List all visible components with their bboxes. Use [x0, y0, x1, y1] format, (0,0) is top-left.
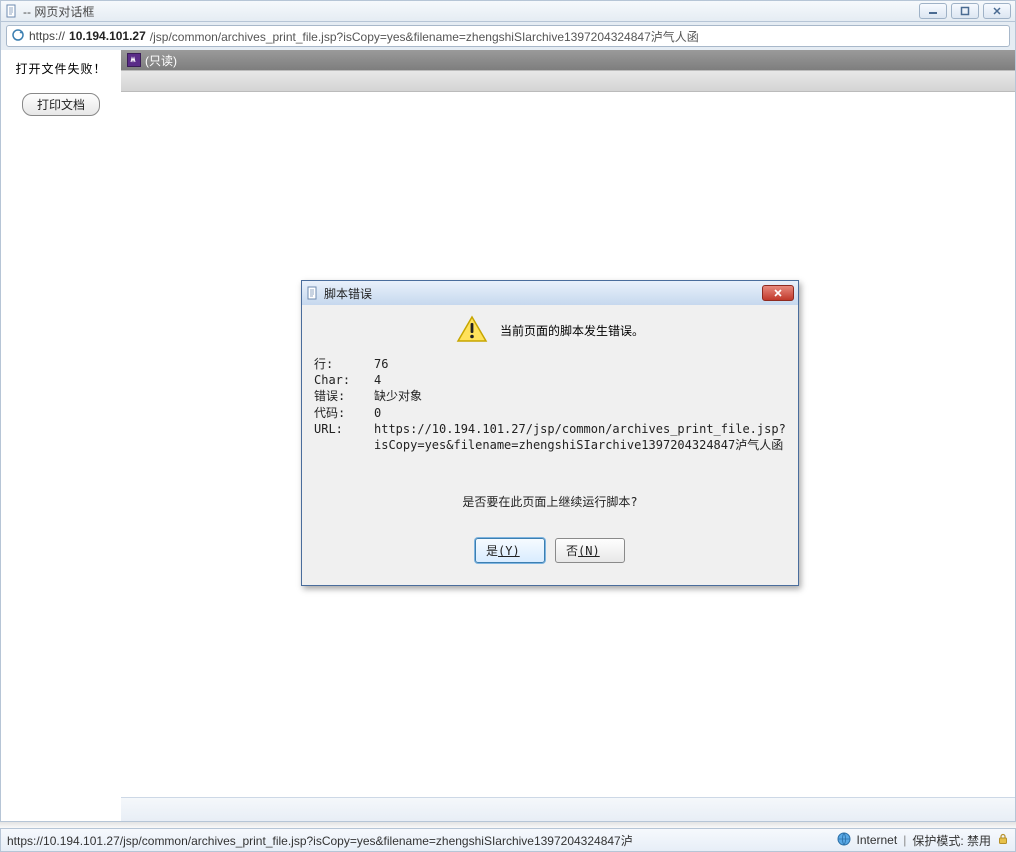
progress-bar-area [121, 797, 1015, 821]
security-zone: Internet [857, 833, 898, 847]
yes-button[interactable]: 是(Y) [475, 538, 545, 563]
yes-hotkey: (Y) [498, 544, 520, 558]
url-label: URL: [314, 421, 374, 453]
dialog-titlebar[interactable]: 脚本错误 [302, 281, 798, 305]
globe-icon [837, 832, 851, 849]
main-area: 打开文件失败！ 打印文档 (只读) 脚本错误 [0, 50, 1016, 822]
dialog-close-button[interactable] [762, 285, 794, 301]
close-window-button[interactable] [983, 3, 1011, 19]
code-value: 0 [374, 405, 786, 421]
yes-label: 是 [486, 544, 498, 558]
print-document-button[interactable]: 打印文档 [22, 93, 100, 116]
dialog-header-row: 当前页面的脚本发生错误。 [314, 315, 786, 346]
left-panel: 打开文件失败！ 打印文档 [1, 50, 121, 821]
no-hotkey: (N) [578, 544, 600, 558]
url-host: 10.194.101.27 [69, 29, 146, 43]
script-error-dialog: 脚本错误 当前页面的脚本发生错误。 行:76 Char:4 错误:缺少对象 代码… [301, 280, 799, 586]
protected-mode: 保护模式: 禁用 [912, 832, 991, 849]
status-url: https://10.194.101.27/jsp/common/archive… [7, 832, 831, 849]
lock-icon [997, 833, 1009, 848]
status-bar: https://10.194.101.27/jsp/common/archive… [0, 828, 1016, 852]
dialog-question: 是否要在此页面上继续运行脚本? [314, 493, 786, 510]
line-label: 行: [314, 356, 374, 372]
window-titlebar: -- 网页对话框 [0, 0, 1016, 22]
dialog-buttons: 是(Y) 否(N) [314, 538, 786, 563]
window-controls [919, 3, 1011, 19]
dialog-details: 行:76 Char:4 错误:缺少对象 代码:0 URL:https://10.… [314, 356, 786, 453]
no-label: 否 [566, 544, 578, 558]
viewer-infobar [121, 70, 1015, 92]
line-value: 76 [374, 356, 786, 372]
address-bar[interactable]: https:// 10.194.101.27/jsp/common/archive… [6, 25, 1010, 47]
app-icon [127, 53, 141, 67]
error-label: 错误: [314, 388, 374, 404]
dialog-message: 当前页面的脚本发生错误。 [500, 322, 644, 339]
reload-icon [11, 28, 25, 45]
address-bar-wrap: https:// 10.194.101.27/jsp/common/archive… [0, 22, 1016, 50]
url-value: https://10.194.101.27/jsp/common/archive… [374, 421, 786, 453]
url-scheme: https:// [29, 29, 65, 43]
warning-icon [456, 315, 488, 346]
code-label: 代码: [314, 405, 374, 421]
readonly-label: (只读) [145, 52, 177, 69]
viewer-toolbar: (只读) [121, 50, 1015, 70]
char-value: 4 [374, 372, 786, 388]
url-path: /jsp/common/archives_print_file.jsp?isCo… [150, 28, 699, 45]
window-title: -- 网页对话框 [23, 3, 94, 20]
minimize-button[interactable] [919, 3, 947, 19]
open-file-failed-text: 打开文件失败！ [7, 60, 115, 77]
dialog-document-icon [306, 286, 320, 300]
dialog-body: 当前页面的脚本发生错误。 行:76 Char:4 错误:缺少对象 代码:0 UR… [302, 305, 798, 585]
no-button[interactable]: 否(N) [555, 538, 625, 563]
char-label: Char: [314, 372, 374, 388]
error-value: 缺少对象 [374, 388, 786, 404]
dialog-title: 脚本错误 [324, 285, 372, 302]
status-separator: | [903, 833, 906, 847]
maximize-button[interactable] [951, 3, 979, 19]
document-icon [5, 4, 19, 18]
